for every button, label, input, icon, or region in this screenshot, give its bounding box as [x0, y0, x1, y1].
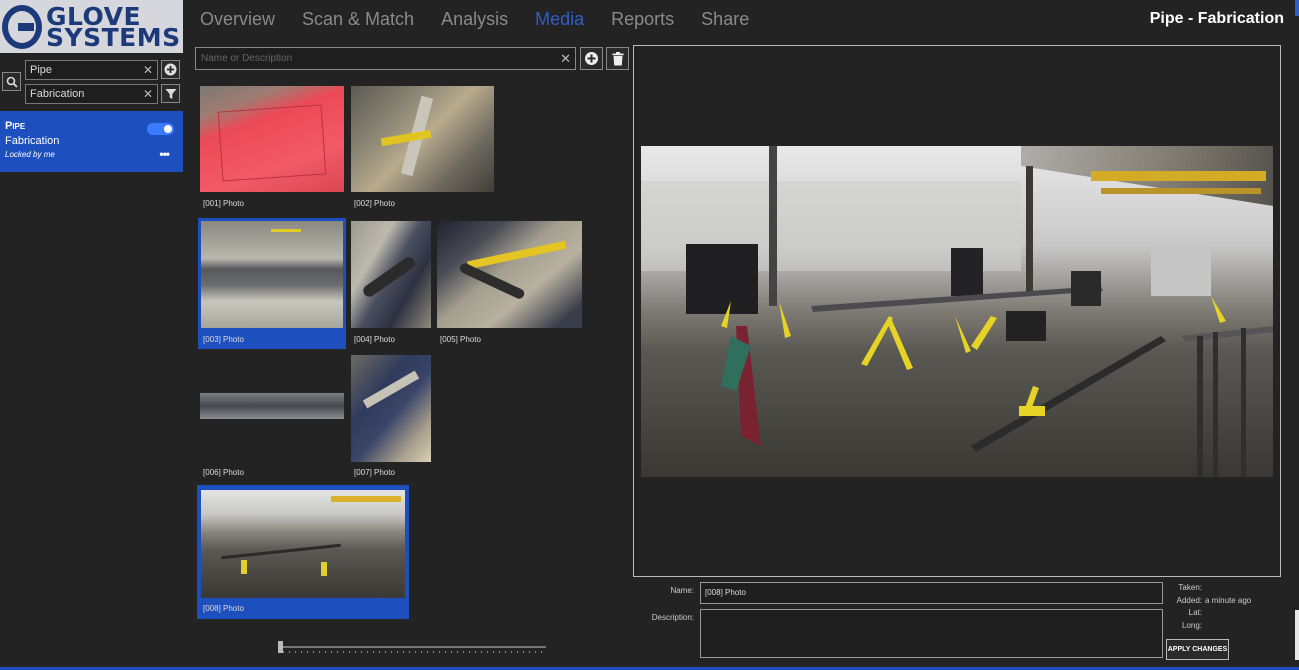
plus-circle-icon	[585, 52, 598, 65]
add-media-button[interactable]	[580, 47, 603, 70]
thumbnail-label: [003] Photo	[203, 335, 244, 344]
preview-image-shop-floor	[641, 146, 1273, 477]
media-search-field[interactable]: ✕	[195, 47, 576, 70]
project-subtitle: Fabrication	[5, 135, 60, 147]
more-options-icon[interactable]: •••	[159, 147, 170, 161]
meta-added-value: a minute ago	[1205, 596, 1252, 605]
media-thumbnail[interactable]: [007] Photo	[349, 353, 433, 482]
logo-text: GLOVE SYSTEMS	[46, 4, 181, 52]
thumbnail-label: [001] Photo	[203, 199, 244, 208]
thumbnail-label: [004] Photo	[354, 335, 395, 344]
plus-circle-icon	[164, 63, 177, 76]
search-button[interactable]	[2, 72, 21, 91]
description-label: Description:	[651, 613, 694, 622]
project-visibility-toggle[interactable]	[147, 123, 174, 135]
app-logo: GLOVE SYSTEMS	[0, 0, 183, 53]
clear-filter-2-icon[interactable]: ✕	[143, 87, 153, 101]
media-thumbnail[interactable]: [004] Photo	[349, 218, 433, 349]
thumbnail-image-pipe-weld	[201, 221, 343, 328]
thumbnail-size-slider-track[interactable]	[281, 646, 546, 648]
media-thumbnail-selected[interactable]: [008] Photo	[197, 485, 409, 619]
description-field[interactable]	[700, 609, 1163, 658]
page-title: Pipe - Fabrication	[1149, 10, 1284, 27]
logo-line2: SYSTEMS	[46, 22, 181, 52]
search-icon	[6, 76, 18, 88]
thumbnail-label: [002] Photo	[354, 199, 395, 208]
meta-taken-label: Taken:	[1178, 583, 1202, 592]
filter-field-2[interactable]: Fabrication ✕	[25, 84, 158, 104]
meta-long-label: Long:	[1181, 621, 1202, 630]
delete-media-button[interactable]	[606, 47, 629, 70]
filter-field-1[interactable]: Pipe ✕	[25, 60, 158, 80]
thumbnail-image-pipe-bend	[351, 221, 431, 328]
filter-button[interactable]	[161, 84, 180, 103]
project-card[interactable]: Pipe Fabrication Locked by me •••	[0, 111, 183, 172]
logo-mark-icon	[2, 4, 42, 49]
trash-icon	[612, 51, 623, 65]
meta-taken: Taken:	[1167, 583, 1205, 592]
tab-share[interactable]: Share	[701, 9, 749, 30]
meta-added-label: Added:	[1176, 596, 1202, 605]
thumbnail-image-weld-closeup	[200, 355, 344, 462]
meta-long: Long:	[1167, 621, 1205, 630]
media-thumbnail[interactable]: [001] Photo	[198, 84, 346, 213]
thumbnail-image-workers	[351, 355, 431, 462]
clear-filter-1-icon[interactable]: ✕	[143, 63, 153, 77]
meta-lat: Lat:	[1167, 608, 1205, 617]
name-field[interactable]: [008] Photo	[700, 582, 1163, 604]
window-accent	[1295, 0, 1299, 16]
scrollbar[interactable]	[1295, 610, 1299, 660]
filter-field-2-value: Fabrication	[30, 88, 85, 100]
media-preview-panel	[633, 45, 1281, 577]
thumbnail-image-pipe-measure	[351, 86, 494, 192]
funnel-icon	[165, 88, 176, 99]
filter-field-1-value: Pipe	[30, 64, 53, 76]
media-thumbnail[interactable]: [005] Photo	[435, 218, 585, 349]
clear-search-icon[interactable]: ✕	[560, 51, 571, 67]
tab-scan-match[interactable]: Scan & Match	[302, 9, 414, 30]
media-thumbnail[interactable]: [006] Photo	[198, 353, 346, 482]
media-search-input[interactable]	[201, 53, 561, 64]
project-lock-status: Locked by me	[5, 150, 55, 159]
thumbnail-label: [006] Photo	[203, 468, 244, 477]
tab-overview[interactable]: Overview	[200, 9, 275, 30]
media-thumbnail[interactable]: [002] Photo	[349, 84, 497, 213]
apply-changes-button[interactable]: APPLY CHANGES	[1166, 639, 1229, 660]
tab-analysis[interactable]: Analysis	[441, 9, 508, 30]
media-thumbnail[interactable]: [003] Photo	[198, 218, 346, 349]
thumbnail-size-slider-handle[interactable]	[278, 641, 283, 653]
tab-media[interactable]: Media	[535, 9, 584, 30]
meta-added: Added: a minute ago	[1167, 596, 1252, 605]
thumbnail-label: [005] Photo	[440, 335, 481, 344]
app-root: GLOVE SYSTEMS Overview Scan & Match Anal…	[0, 0, 1299, 670]
thumbnail-label: [008] Photo	[203, 604, 244, 613]
thumbnail-image-level-pipe	[437, 221, 582, 328]
thumbnail-size-slider-ticks	[283, 651, 545, 653]
thumbnail-image-shop-floor	[201, 490, 405, 598]
meta-lat-label: Lat:	[1188, 608, 1202, 617]
thumbnail-label: [007] Photo	[354, 468, 395, 477]
thumbnail-image-red-tag	[200, 86, 344, 192]
name-label: Name:	[670, 586, 694, 595]
tab-reports[interactable]: Reports	[611, 9, 674, 30]
main-nav: Overview Scan & Match Analysis Media Rep…	[200, 9, 749, 30]
add-filter-button[interactable]	[161, 60, 180, 79]
